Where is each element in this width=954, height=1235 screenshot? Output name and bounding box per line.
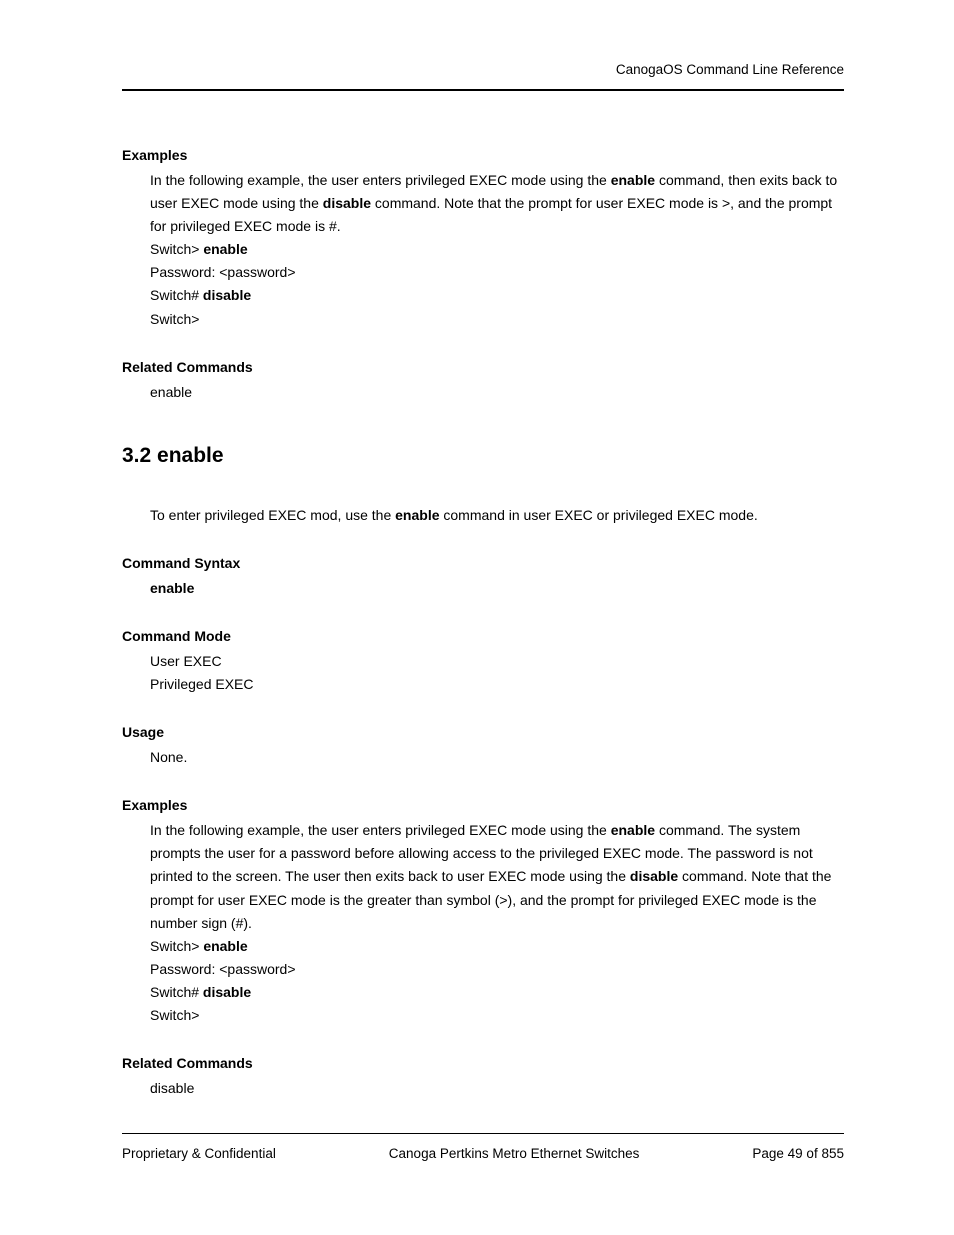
mode-block: Command Mode User EXEC Privileged EXEC bbox=[122, 628, 844, 696]
prompt: Switch> bbox=[150, 241, 203, 257]
cli-line: Switch> enable bbox=[150, 238, 844, 261]
cmd-enable: enable bbox=[395, 507, 439, 523]
footer-left: Proprietary & Confidential bbox=[122, 1146, 276, 1161]
mode-line: Privileged EXEC bbox=[150, 673, 844, 696]
examples-body: In the following example, the user enter… bbox=[122, 169, 844, 331]
cmd: enable bbox=[203, 938, 247, 954]
footer-center: Canoga Pertkins Metro Ethernet Switches bbox=[389, 1146, 640, 1161]
examples-paragraph: In the following example, the user enter… bbox=[150, 819, 844, 934]
text: command in user EXEC or privileged EXEC … bbox=[440, 507, 758, 523]
text: To enter privileged EXEC mod, use the bbox=[150, 507, 395, 523]
footer: Proprietary & Confidential Canoga Pertki… bbox=[122, 1133, 844, 1161]
examples-label: Examples bbox=[122, 147, 844, 163]
related-body: disable bbox=[122, 1077, 844, 1100]
cmd-disable: disable bbox=[323, 195, 371, 211]
text: In the following example, the user enter… bbox=[150, 822, 611, 838]
cmd-enable: enable bbox=[611, 172, 655, 188]
cli-line: Switch# disable bbox=[150, 284, 844, 307]
mode-body: User EXEC Privileged EXEC bbox=[122, 650, 844, 696]
examples-block-1: Examples In the following example, the u… bbox=[122, 147, 844, 331]
cmd-disable: disable bbox=[630, 868, 678, 884]
related-body: enable bbox=[122, 381, 844, 404]
examples-label: Examples bbox=[122, 797, 844, 813]
related-commands-block-2: Related Commands disable bbox=[122, 1055, 844, 1100]
syntax-label: Command Syntax bbox=[122, 555, 844, 571]
syntax-text: enable bbox=[150, 577, 844, 600]
content-area: Examples In the following example, the u… bbox=[122, 91, 844, 1100]
usage-block: Usage None. bbox=[122, 724, 844, 769]
syntax-body: enable bbox=[122, 577, 844, 600]
related-label: Related Commands bbox=[122, 1055, 844, 1071]
text: In the following example, the user enter… bbox=[150, 172, 611, 188]
cli-line: Switch> bbox=[150, 1004, 844, 1027]
examples-block-2: Examples In the following example, the u… bbox=[122, 797, 844, 1027]
usage-label: Usage bbox=[122, 724, 844, 740]
related-commands-block-1: Related Commands enable bbox=[122, 359, 844, 404]
usage-text: None. bbox=[150, 746, 844, 769]
cmd: enable bbox=[203, 241, 247, 257]
cmd: disable bbox=[203, 287, 251, 303]
prompt: Switch# bbox=[150, 287, 203, 303]
cli-line: Password: <password> bbox=[150, 958, 844, 981]
cli-line: Password: <password> bbox=[150, 261, 844, 284]
intro-block: To enter privileged EXEC mod, use the en… bbox=[122, 504, 844, 527]
mode-line: User EXEC bbox=[150, 650, 844, 673]
related-text: enable bbox=[150, 381, 844, 404]
examples-paragraph: In the following example, the user enter… bbox=[150, 169, 844, 238]
cli-line: Switch# disable bbox=[150, 981, 844, 1004]
prompt: Switch> bbox=[150, 938, 203, 954]
cmd: disable bbox=[203, 984, 251, 1000]
section-heading: 3.2 enable bbox=[122, 444, 844, 468]
usage-body: None. bbox=[122, 746, 844, 769]
footer-row: Proprietary & Confidential Canoga Pertki… bbox=[122, 1134, 844, 1161]
prompt: Switch# bbox=[150, 984, 203, 1000]
footer-right: Page 49 of 855 bbox=[752, 1146, 844, 1161]
mode-label: Command Mode bbox=[122, 628, 844, 644]
intro-paragraph: To enter privileged EXEC mod, use the en… bbox=[150, 504, 844, 527]
related-label: Related Commands bbox=[122, 359, 844, 375]
cmd-enable: enable bbox=[611, 822, 655, 838]
syntax-block: Command Syntax enable bbox=[122, 555, 844, 600]
related-text: disable bbox=[150, 1077, 844, 1100]
cli-line: Switch> bbox=[150, 308, 844, 331]
page: CanogaOS Command Line Reference Examples… bbox=[0, 0, 954, 1235]
cli-line: Switch> enable bbox=[150, 935, 844, 958]
examples-body: In the following example, the user enter… bbox=[122, 819, 844, 1027]
running-header: CanogaOS Command Line Reference bbox=[122, 62, 844, 85]
